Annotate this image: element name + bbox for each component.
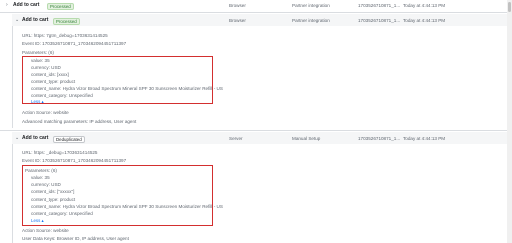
status-badge: Processed bbox=[53, 18, 80, 25]
scrollbar-track[interactable] bbox=[507, 0, 512, 243]
status-badge: Deduplicated bbox=[53, 136, 85, 143]
less-toggle[interactable]: Less ▴ bbox=[31, 218, 44, 223]
less-toggle[interactable]: Less ▴ bbox=[31, 99, 44, 104]
event-row-top[interactable]: › Add to cart Processed Browser Partner … bbox=[0, 0, 507, 12]
action-source: Action Source: website bbox=[22, 228, 69, 233]
event-time: Today at 4:44:13 PM bbox=[403, 3, 446, 8]
param-value: value: 35 bbox=[31, 58, 50, 63]
event-time: Today at 4:44:13 PM bbox=[403, 136, 446, 141]
event-method: Partner integration bbox=[292, 3, 330, 8]
param-content-type: content_type: product bbox=[31, 79, 76, 84]
param-currency: currency: USD bbox=[31, 65, 61, 70]
action-source: Action Source: website bbox=[22, 110, 69, 115]
event-url: URL: https: 7gtm_debug=1703631414525 bbox=[22, 33, 108, 38]
param-content-name: content_name: Hydra Vizor Broad Spectrum… bbox=[31, 86, 223, 91]
event-source: Browser bbox=[229, 3, 246, 8]
chevron-down-icon[interactable]: ⌄ bbox=[15, 135, 19, 141]
event-method: Partner integration bbox=[292, 18, 330, 23]
event-id: 1703526710871_1... bbox=[358, 136, 401, 141]
divider bbox=[0, 12, 507, 13]
event-method: Manual Setup bbox=[292, 136, 321, 141]
divider bbox=[0, 130, 507, 131]
status-badge: Processed bbox=[47, 3, 74, 10]
event-id: 1703526710871_1... bbox=[358, 3, 401, 8]
param-content-ids: content_ids: [xxxx] bbox=[31, 72, 69, 77]
chevron-down-icon[interactable]: ⌄ bbox=[15, 17, 19, 23]
param-content-type: content_type: product bbox=[31, 197, 76, 202]
advanced-matching: Advanced matching parameters: IP address… bbox=[22, 119, 137, 124]
scrollbar-thumb[interactable] bbox=[508, 2, 511, 12]
parameters-label: Parameters: (6) bbox=[25, 168, 57, 173]
event-title: Add to cart bbox=[22, 135, 49, 141]
chevron-right-icon[interactable]: › bbox=[6, 2, 8, 8]
event-source: Server bbox=[229, 136, 243, 141]
event-id-line: Event ID: 1703526710871_1703462094451711… bbox=[22, 158, 127, 163]
event-url: URL: https: _debug=1703631414525 bbox=[22, 150, 98, 155]
param-content-category: content_category: Unspecified bbox=[31, 211, 93, 216]
event-id: 1703526710871_1... bbox=[358, 18, 401, 23]
event-title: Add to cart bbox=[13, 2, 40, 8]
event-id-line: Event ID: 1703526710871_1703462094451711… bbox=[22, 41, 127, 46]
event-time: Today at 4:44:13 PM bbox=[403, 18, 446, 23]
event-source: Browser bbox=[229, 18, 246, 23]
param-value: value: 35 bbox=[31, 175, 50, 180]
param-currency: currency: USD bbox=[31, 182, 61, 187]
param-content-ids: content_ids: ["xxxxx"] bbox=[31, 189, 75, 194]
event-title: Add to cart bbox=[22, 17, 49, 23]
user-data-keys: User Data Keys: Browser ID, IP address, … bbox=[22, 236, 129, 241]
param-content-name: content_name: Hydra Vizor Broad Spectrum… bbox=[31, 204, 223, 209]
